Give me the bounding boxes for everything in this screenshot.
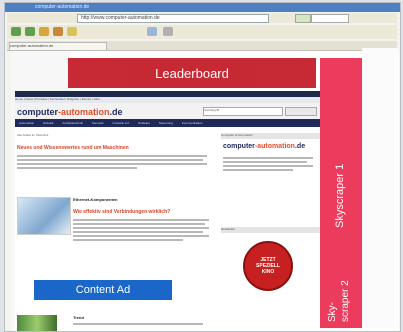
forward-arrow-icon[interactable] <box>25 27 35 36</box>
url-field[interactable]: http://www.computer-automation.de <box>77 14 269 23</box>
text-line <box>17 159 203 161</box>
article-kicker: Ethernet-Komponenten <box>73 197 118 202</box>
screenshot-frame: computer-automation.de http://www.comput… <box>0 0 403 332</box>
menu-item[interactable]: Sensorik <box>92 121 104 125</box>
article-image-secondary[interactable] <box>17 315 57 331</box>
right-column-header-2: Newsletter <box>221 227 321 233</box>
mail-icon[interactable] <box>163 27 173 36</box>
right-column: Computer & Automation computer-automatio… <box>221 131 321 331</box>
site-header: computer-automation.de Suchbegriff <box>15 103 323 119</box>
text-line <box>73 239 183 241</box>
text-line <box>17 155 207 157</box>
menu-item[interactable]: Robotik <box>43 121 53 125</box>
browser-tab-active[interactable]: computer-automation.de <box>9 42 107 51</box>
browser-toolbar <box>7 25 397 39</box>
skyscraper-1-label: Skyscraper 1 <box>334 163 346 228</box>
site-logo[interactable]: computer-automation.de <box>17 107 123 117</box>
right-column-header: Computer & Automation <box>221 133 321 139</box>
headline-secondary[interactable]: Wie effektiv sind Verbindungen wirklich? <box>73 209 170 215</box>
text-line <box>223 169 293 171</box>
go-button[interactable] <box>295 14 311 23</box>
address-bar: http://www.computer-automation.de <box>7 13 397 23</box>
menu-item[interactable]: Antriebstechnik <box>62 121 83 125</box>
main-content: Alle Artikel im Überblick Neues und Wiss… <box>17 131 213 331</box>
skyscraper-2-ad-slot[interactable]: Sky- scraper 2 <box>320 258 362 328</box>
menu-item[interactable]: Steuerung <box>159 121 173 125</box>
menu-item[interactable]: Automation <box>19 121 34 125</box>
text-line <box>73 227 209 229</box>
content-ad-slot[interactable]: Content Ad <box>34 280 172 300</box>
text-line <box>73 323 203 325</box>
home-icon[interactable] <box>53 27 63 36</box>
headline-primary[interactable]: Neues und Wissenswertes rund um Maschine… <box>17 145 129 151</box>
promo-badge[interactable]: JETZT SPEZIELL KINO <box>243 241 293 291</box>
breadcrumb: Alle Artikel im Überblick <box>17 133 49 137</box>
bookmark-icon[interactable] <box>67 27 77 36</box>
back-arrow-icon[interactable] <box>11 27 21 36</box>
menu-item[interactable]: Kommunikation <box>182 121 203 125</box>
browser-tabs: computer-automation.de <box>7 41 397 51</box>
browser-search-field[interactable] <box>311 14 349 23</box>
text-line <box>223 157 313 159</box>
article-image[interactable] <box>17 197 71 235</box>
menu-item[interactable]: Industrie 4.0 <box>113 121 130 125</box>
text-line <box>73 231 203 233</box>
badge-line: KINO <box>261 269 275 275</box>
leaderboard-ad-slot[interactable]: Leaderboard <box>68 58 316 88</box>
text-line <box>223 161 307 163</box>
skyscraper-1-ad-slot[interactable]: Skyscraper 1 <box>320 58 362 258</box>
text-line <box>17 167 137 169</box>
url-text: http://www.computer-automation.de <box>81 15 160 21</box>
site-main-menu: Automation Robotik Antriebstechnik Sensorik… <box>15 119 323 127</box>
site-search-input[interactable]: Suchbegriff <box>203 107 283 116</box>
text-line <box>73 223 205 225</box>
text-line <box>223 165 313 167</box>
page-right-margin <box>362 48 398 328</box>
site-search-button[interactable] <box>285 107 317 116</box>
browser-titlebar: computer-automation.de <box>5 3 400 12</box>
article-kicker-trend: Trend <box>73 315 84 320</box>
right-column-logo[interactable]: computer-automation.de <box>223 143 305 150</box>
skyscraper-2-label: Sky- scraper 2 <box>327 280 351 322</box>
window-title: computer-automation.de <box>35 4 90 10</box>
reload-icon[interactable] <box>39 27 49 36</box>
text-line <box>73 235 209 237</box>
text-line <box>17 163 207 165</box>
menu-item[interactable]: Software <box>138 121 150 125</box>
print-icon[interactable] <box>147 27 157 36</box>
text-line <box>73 219 209 221</box>
